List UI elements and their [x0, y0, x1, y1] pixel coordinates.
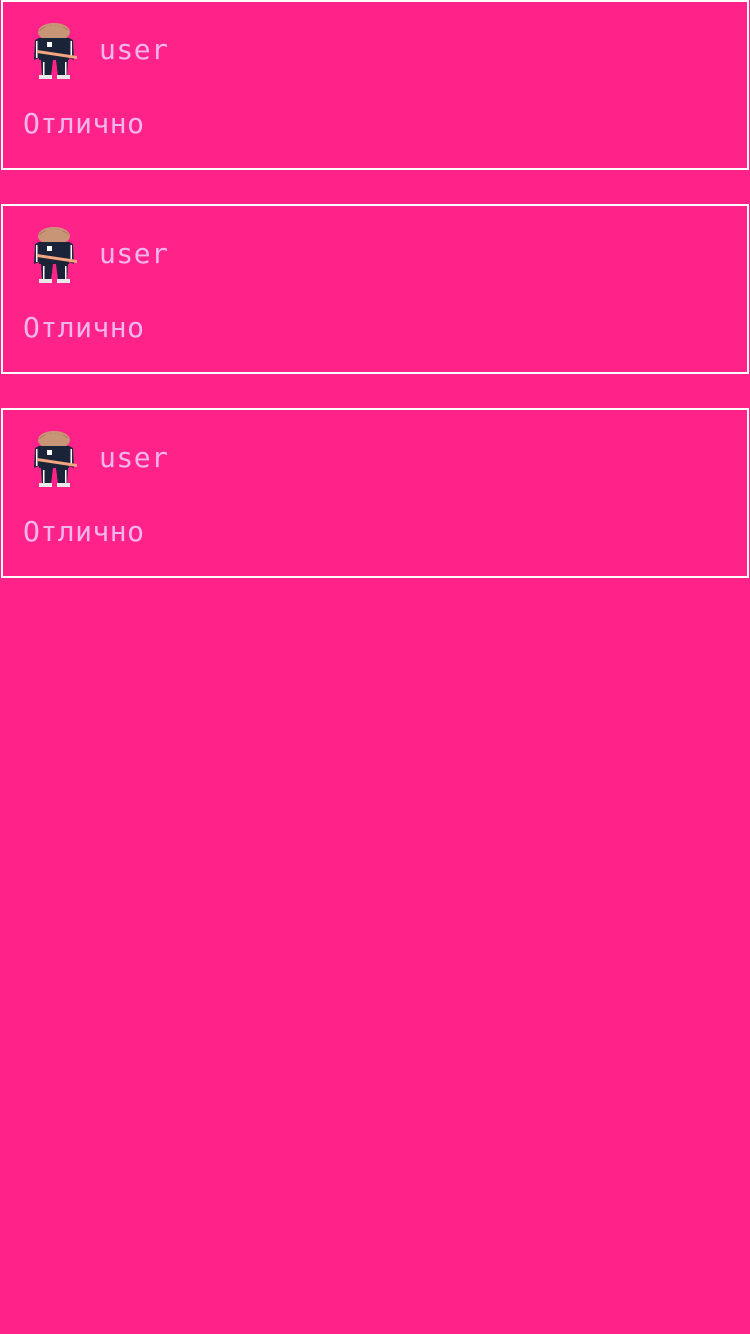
character-avatar-icon[interactable]: [25, 20, 81, 80]
post-divider: [0, 374, 750, 408]
post-message: Отлично: [23, 515, 145, 548]
post-header: user: [25, 20, 168, 80]
post-divider: [0, 170, 750, 204]
post-username[interactable]: user: [99, 240, 168, 268]
post-header: user: [25, 428, 168, 488]
post-card[interactable]: user Отлично: [1, 204, 749, 374]
post-username[interactable]: user: [99, 36, 168, 64]
character-avatar-icon[interactable]: [25, 224, 81, 284]
post-card[interactable]: user Отлично: [1, 408, 749, 578]
post-message: Отлично: [23, 107, 145, 140]
post-feed: user Отлично user Отлично user Отлично: [0, 0, 750, 578]
post-header: user: [25, 224, 168, 284]
character-avatar-icon[interactable]: [25, 428, 81, 488]
post-card[interactable]: user Отлично: [1, 0, 749, 170]
post-username[interactable]: user: [99, 444, 168, 472]
post-message: Отлично: [23, 311, 145, 344]
